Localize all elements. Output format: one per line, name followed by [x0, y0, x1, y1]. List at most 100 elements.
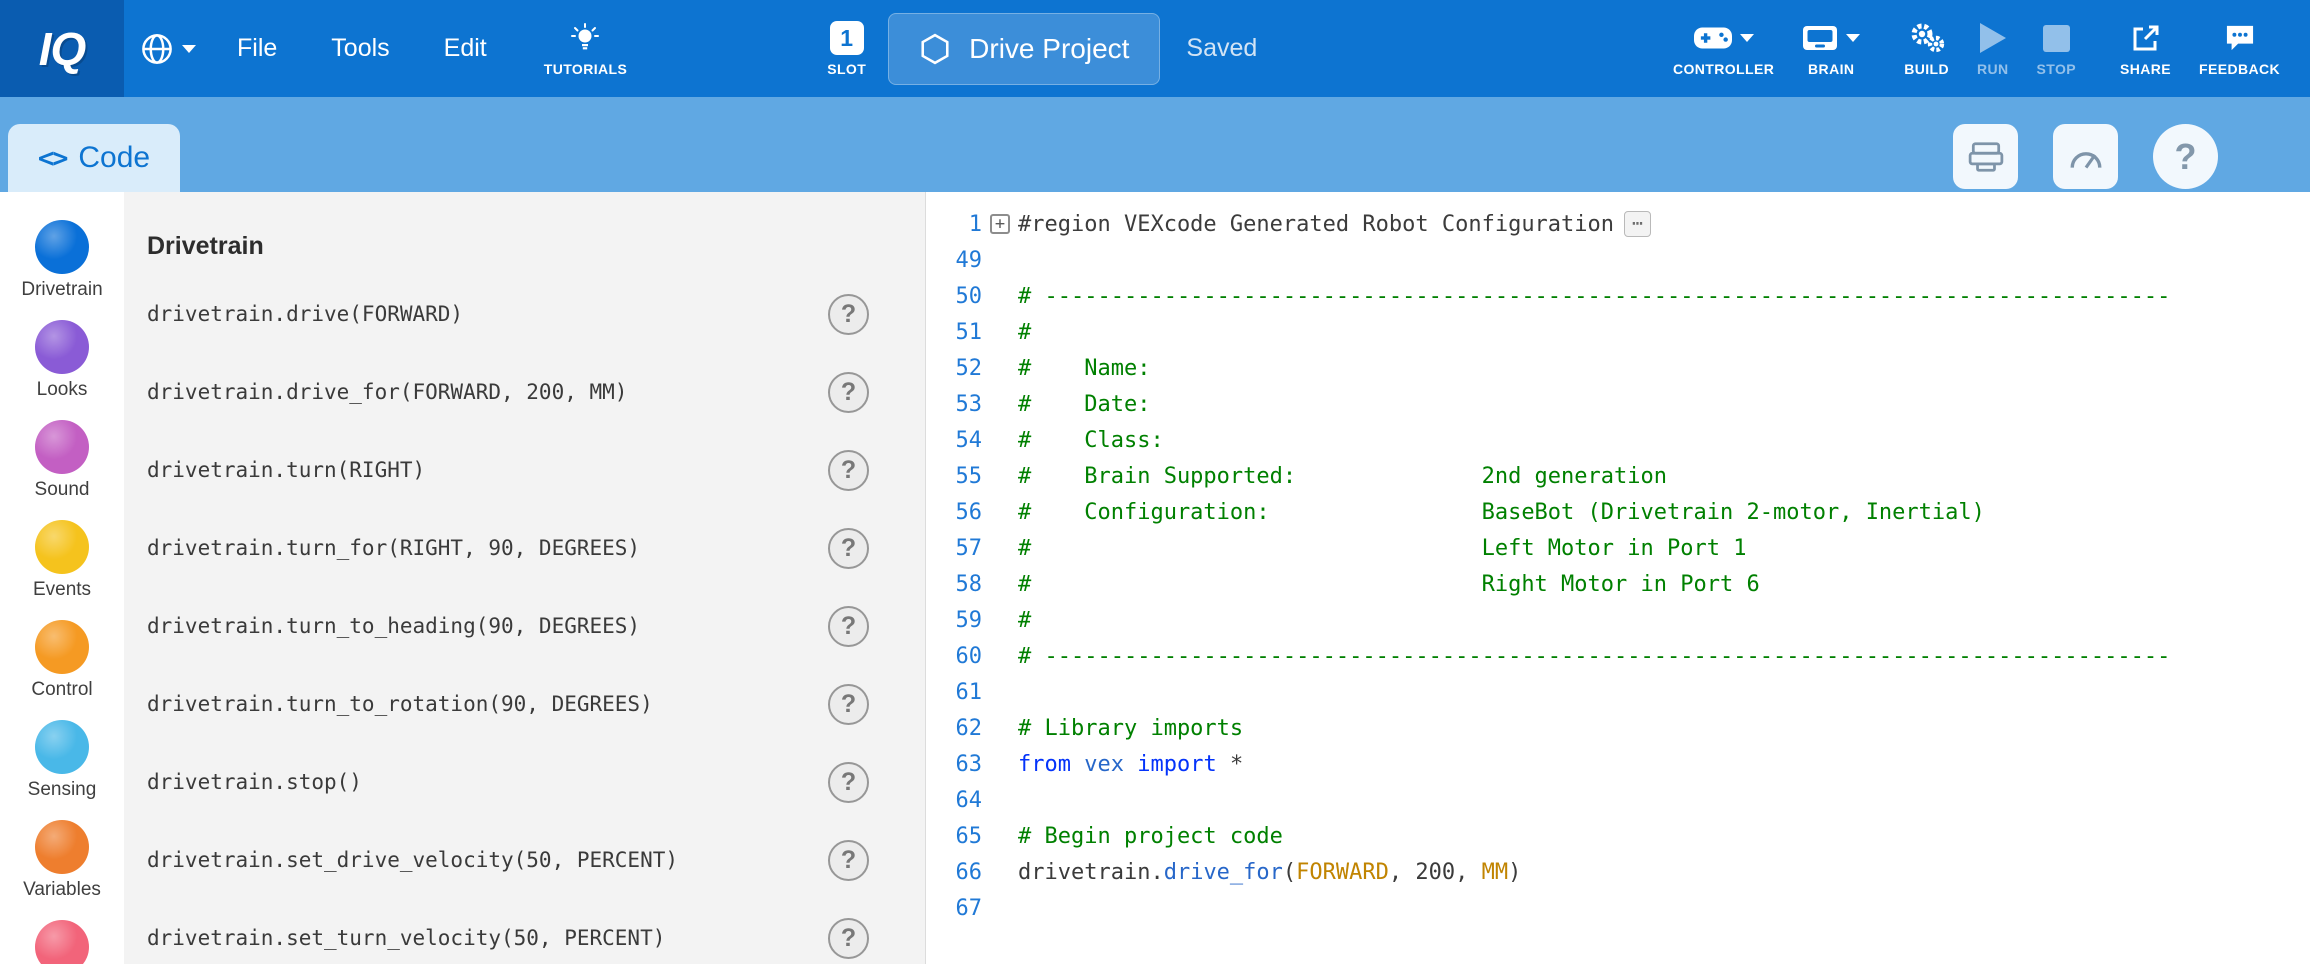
code-text[interactable]: # Left Motor in Port 1: [1018, 536, 1746, 561]
build-button[interactable]: BUILD: [1904, 20, 1949, 77]
code-line[interactable]: 58 # Right Motor in Port 6: [926, 566, 2310, 602]
project-name-button[interactable]: Drive Project: [888, 13, 1160, 85]
code-text[interactable]: #: [1018, 320, 1031, 345]
code-text[interactable]: #region VEXcode Generated Robot Configur…: [1018, 211, 1651, 237]
command-row[interactable]: drivetrain.turn(RIGHT)?: [124, 431, 925, 509]
code-line[interactable]: 59#: [926, 602, 2310, 638]
command-text[interactable]: drivetrain.drive_for(FORWARD, 200, MM): [147, 380, 627, 404]
code-line[interactable]: 1+#region VEXcode Generated Robot Config…: [926, 206, 2310, 242]
code-text[interactable]: # Brain Supported: 2nd generation: [1018, 464, 1667, 489]
code-line[interactable]: 57# Left Motor in Port 1: [926, 530, 2310, 566]
line-number: 58: [926, 572, 982, 597]
vexcode-iq-logo: IQ: [0, 0, 124, 97]
menu-edit[interactable]: Edit: [417, 34, 514, 63]
command-help-button[interactable]: ?: [828, 528, 869, 569]
command-help-button[interactable]: ?: [828, 762, 869, 803]
code-token: drive_for: [1164, 860, 1283, 885]
fold-toggle-icon[interactable]: +: [982, 214, 1018, 234]
code-line[interactable]: 55 # Brain Supported: 2nd generation: [926, 458, 2310, 494]
code-line[interactable]: 62# Library imports: [926, 710, 2310, 746]
command-row[interactable]: drivetrain.drive_for(FORWARD, 200, MM)?: [124, 353, 925, 431]
code-text[interactable]: # Begin project code: [1018, 824, 1283, 849]
controller-button[interactable]: CONTROLLER: [1673, 20, 1774, 77]
category-events[interactable]: Events: [0, 520, 124, 620]
code-text[interactable]: #: [1018, 608, 1031, 633]
menu-tools[interactable]: Tools: [304, 34, 416, 63]
code-text[interactable]: # Class:: [1018, 428, 1164, 453]
code-line[interactable]: 67: [926, 890, 2310, 926]
language-menu-button[interactable]: [140, 32, 196, 66]
code-line[interactable]: 56# Configuration: BaseBot (Drivetrain 2…: [926, 494, 2310, 530]
category-label: Control: [31, 679, 92, 701]
code-line[interactable]: 52# Name:: [926, 350, 2310, 386]
code-text[interactable]: # --------------------------------------…: [1018, 284, 2170, 309]
command-text[interactable]: drivetrain.drive(FORWARD): [147, 302, 463, 326]
device-info-button[interactable]: [1953, 124, 2018, 189]
command-row[interactable]: drivetrain.turn_to_heading(90, DEGREES)?: [124, 587, 925, 665]
command-help-button[interactable]: ?: [828, 918, 869, 959]
code-editor[interactable]: 1+#region VEXcode Generated Robot Config…: [925, 192, 2310, 964]
code-text[interactable]: # --------------------------------------…: [1018, 644, 2170, 669]
code-line[interactable]: 50# ------------------------------------…: [926, 278, 2310, 314]
code-text[interactable]: # Date:: [1018, 392, 1150, 417]
brain-button[interactable]: BRAIN: [1802, 20, 1860, 77]
code-text[interactable]: drivetrain.drive_for(FORWARD, 200, MM): [1018, 860, 1521, 885]
category-sound[interactable]: Sound: [0, 420, 124, 520]
command-row[interactable]: drivetrain.drive(FORWARD)?: [124, 275, 925, 353]
slot-button[interactable]: 1 SLOT: [827, 20, 866, 77]
command-help-button[interactable]: ?: [828, 606, 869, 647]
command-text[interactable]: drivetrain.set_drive_velocity(50, PERCEN…: [147, 848, 678, 872]
code-line[interactable]: 51#: [926, 314, 2310, 350]
code-line[interactable]: 64: [926, 782, 2310, 818]
code-line[interactable]: 61: [926, 674, 2310, 710]
category-looks[interactable]: Looks: [0, 320, 124, 420]
code-line[interactable]: 49: [926, 242, 2310, 278]
code-line[interactable]: 63from vex import *: [926, 746, 2310, 782]
command-help-button[interactable]: ?: [828, 372, 869, 413]
run-button[interactable]: RUN: [1977, 20, 2009, 77]
category-item-8[interactable]: [0, 920, 124, 964]
code-line[interactable]: 65# Begin project code: [926, 818, 2310, 854]
share-button[interactable]: SHARE: [2120, 20, 2171, 77]
feedback-button[interactable]: FEEDBACK: [2199, 20, 2280, 77]
command-text[interactable]: drivetrain.turn_to_rotation(90, DEGREES): [147, 692, 653, 716]
command-row[interactable]: drivetrain.turn_to_rotation(90, DEGREES)…: [124, 665, 925, 743]
command-row[interactable]: drivetrain.set_turn_velocity(50, PERCENT…: [124, 899, 925, 964]
code-text[interactable]: # Right Motor in Port 6: [1018, 572, 1760, 597]
code-line[interactable]: 53# Date:: [926, 386, 2310, 422]
command-help-button[interactable]: ?: [828, 294, 869, 335]
command-row[interactable]: drivetrain.stop()?: [124, 743, 925, 821]
code-text[interactable]: # Configuration: BaseBot (Drivetrain 2-m…: [1018, 500, 1985, 525]
command-text[interactable]: drivetrain.stop(): [147, 770, 362, 794]
monitor-dashboard-button[interactable]: [2053, 124, 2118, 189]
help-button[interactable]: ?: [2153, 124, 2218, 189]
stop-label: STOP: [2037, 61, 2076, 77]
category-variables[interactable]: Variables: [0, 820, 124, 920]
command-text[interactable]: drivetrain.turn_for(RIGHT, 90, DEGREES): [147, 536, 640, 560]
command-row[interactable]: drivetrain.turn_for(RIGHT, 90, DEGREES)?: [124, 509, 925, 587]
command-text[interactable]: drivetrain.turn_to_heading(90, DEGREES): [147, 614, 640, 638]
category-control[interactable]: Control: [0, 620, 124, 720]
code-line[interactable]: 54# Class:: [926, 422, 2310, 458]
stop-button[interactable]: STOP: [2037, 20, 2076, 77]
line-number: 55: [926, 464, 982, 489]
command-row[interactable]: drivetrain.set_drive_velocity(50, PERCEN…: [124, 821, 925, 899]
category-sensing[interactable]: Sensing: [0, 720, 124, 820]
command-text[interactable]: drivetrain.set_turn_velocity(50, PERCENT…: [147, 926, 665, 950]
category-label: Looks: [37, 379, 88, 401]
category-drivetrain[interactable]: Drivetrain: [0, 220, 124, 320]
code-line[interactable]: 60# ------------------------------------…: [926, 638, 2310, 674]
folded-region-badge[interactable]: ⋯: [1624, 211, 1651, 237]
tutorials-button[interactable]: TUTORIALS: [544, 20, 627, 77]
command-text[interactable]: drivetrain.turn(RIGHT): [147, 458, 425, 482]
code-text[interactable]: # Name:: [1018, 356, 1150, 381]
command-help-button[interactable]: ?: [828, 450, 869, 491]
menu-file[interactable]: File: [210, 34, 304, 63]
code-text[interactable]: from vex import *: [1018, 752, 1243, 777]
command-help-button[interactable]: ?: [828, 840, 869, 881]
command-panel-title: Drivetrain: [147, 232, 925, 261]
code-text[interactable]: # Library imports: [1018, 716, 1243, 741]
command-help-button[interactable]: ?: [828, 684, 869, 725]
code-line[interactable]: 66drivetrain.drive_for(FORWARD, 200, MM): [926, 854, 2310, 890]
tab-code[interactable]: <> Code: [8, 124, 180, 192]
